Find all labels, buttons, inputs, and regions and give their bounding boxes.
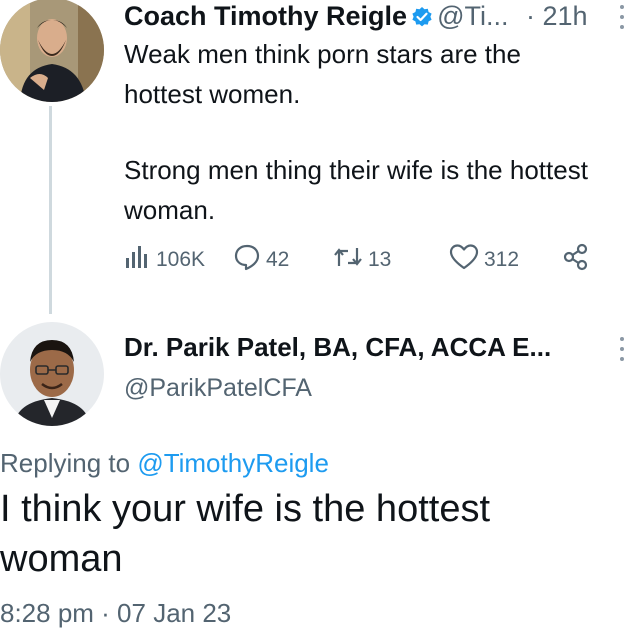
tweet-text-line-2: hottest women. — [124, 79, 301, 109]
views-count: 106K — [156, 248, 206, 271]
reply-timestamp[interactable]: 8:28 pm · 07 Jan 23 — [0, 598, 231, 629]
tweet-header: Coach Timothy Reigle @Ti... · 21h — [124, 0, 588, 32]
retweet-count: 13 — [368, 248, 392, 271]
share-button[interactable] — [562, 242, 594, 278]
thread-line — [49, 106, 52, 314]
replying-to-label: Replying to — [0, 448, 131, 478]
like-button[interactable]: 312 — [448, 242, 519, 278]
reply-text-line-2: woman — [0, 538, 123, 580]
bar-chart-icon — [122, 242, 156, 278]
reply-author-handle[interactable]: @ParikPatelCFA — [124, 374, 312, 403]
reply-author-name[interactable]: Dr. Parik Patel, BA, CFA, ACCA E... — [124, 332, 551, 363]
share-icon — [562, 242, 594, 278]
views-button[interactable]: 106K — [122, 242, 205, 278]
reply-button[interactable]: 42 — [232, 242, 289, 278]
replying-to-link[interactable]: @TimothyReigle — [137, 448, 329, 478]
speech-bubble-icon — [232, 242, 266, 278]
avatar-parik[interactable] — [0, 322, 104, 426]
dot-separator: · — [525, 1, 535, 31]
retweet-button[interactable]: 13 — [332, 242, 391, 278]
reply-count: 42 — [266, 248, 290, 271]
tweet-time[interactable]: 21h — [543, 1, 588, 31]
tweet-text-line-1: Weak men think porn stars are the — [124, 39, 521, 69]
like-count: 312 — [484, 248, 520, 271]
avatar-timothy[interactable] — [0, 0, 104, 102]
reply-text-line-1: I think your wife is the hottest — [0, 488, 491, 530]
retweet-icon — [332, 242, 368, 278]
more-vertical-icon[interactable] — [618, 334, 626, 370]
tweet-text-line-3: Strong men thing their wife is the hotte… — [124, 155, 588, 185]
more-vertical-icon[interactable] — [618, 2, 626, 38]
tweet-text-line-4: woman. — [124, 195, 216, 225]
verified-badge-icon — [411, 3, 433, 27]
heart-icon — [448, 242, 484, 278]
replying-to: Replying to @TimothyReigle — [0, 448, 329, 479]
author-name[interactable]: Coach Timothy Reigle — [124, 1, 407, 31]
author-handle[interactable]: @Ti... — [437, 1, 508, 31]
